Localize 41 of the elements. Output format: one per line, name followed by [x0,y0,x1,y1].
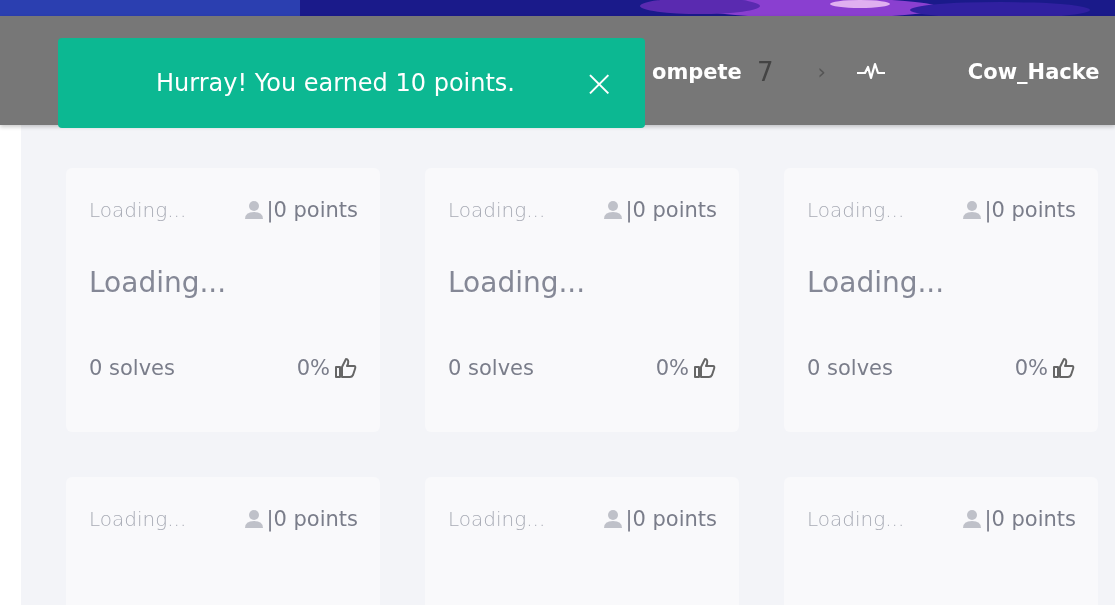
challenge-category: Loading... [807,198,905,222]
challenge-category: Loading... [89,198,187,222]
close-button[interactable]: × [579,64,619,102]
challenge-card[interactable]: Loading... |0 points [66,477,380,605]
points-text: |0 points [625,198,717,222]
user-icon [244,509,265,529]
rating-percent: 0% [655,356,689,380]
challenge-card[interactable]: Loading... |0 points Loading... 0 solves 0% [66,168,380,432]
challenge-card[interactable]: Loading... |0 points [784,477,1098,605]
rating-percent: 0% [1014,356,1048,380]
user-icon [603,509,624,529]
thumbs-up-icon[interactable] [693,356,717,380]
rating-percent: 0% [296,356,330,380]
challenge-card[interactable]: Loading... |0 points [425,477,739,605]
points-text: |0 points [984,507,1076,531]
challenge-title: Loading... [807,266,946,301]
toast-message: Hurray! You earned 10 points. [156,69,516,97]
challenge-category: Loading... [448,198,546,222]
challenge-title: Loading... [448,266,587,301]
pulse-icon[interactable] [855,61,886,82]
thumbs-up-icon[interactable] [334,356,358,380]
nav-link[interactable]: ompete [652,59,742,84]
username-link[interactable]: Cow_Hacke [967,59,1100,84]
solves-count: 0 solves [89,356,175,380]
solves-count: 0 solves [448,356,534,380]
challenge-category: Loading... [807,507,905,531]
challenge-category: Loading... [89,507,187,531]
challenge-card[interactable]: Loading... |0 points Loading... 0 solves 0% [425,168,739,432]
user-icon [962,509,983,529]
user-icon [603,200,624,220]
user-icon [962,200,983,220]
points-text: |0 points [625,507,717,531]
challenge-card[interactable]: Loading... |0 points Loading... 0 solves 0% [784,168,1098,432]
solves-count: 0 solves [807,356,893,380]
thumbs-up-icon[interactable] [1052,356,1076,380]
challenge-title: Loading... [89,266,228,301]
points-text: |0 points [266,507,358,531]
points-text: |0 points [984,198,1076,222]
challenge-category: Loading... [448,507,546,531]
points-text: |0 points [266,198,358,222]
user-icon [244,200,265,220]
